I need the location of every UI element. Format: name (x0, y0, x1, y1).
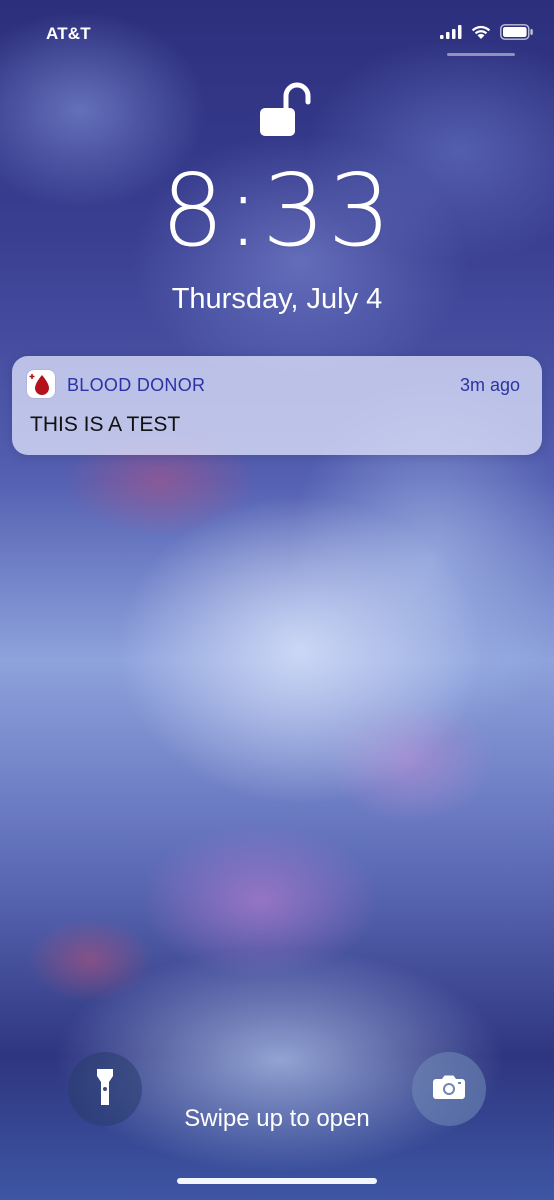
wifi-icon (470, 24, 492, 40)
blood-drop-icon (27, 370, 55, 398)
notification-timestamp: 3m ago (459, 375, 520, 395)
lock-screen-time: 8:33 (160, 152, 394, 269)
lock-screen: AT&T 8:33 Thursday, July 4 BLOOD DONOR 3… (0, 0, 554, 1200)
notification-card[interactable]: BLOOD DONOR 3m ago THIS IS A TEST (12, 356, 542, 455)
cellular-signal-icon (440, 25, 462, 39)
swipe-up-hint: Swipe up to open (184, 1105, 370, 1132)
carrier-label: AT&T (46, 24, 91, 43)
status-icons (440, 24, 534, 40)
lock-screen-date: Thursday, July 4 (171, 283, 383, 315)
notification-body: THIS IS A TEST (30, 413, 181, 436)
camera-icon (432, 1074, 466, 1105)
notification-app-name: BLOOD DONOR (67, 375, 206, 395)
home-indicator[interactable] (177, 1178, 377, 1184)
control-center-indicator[interactable] (447, 53, 515, 56)
unlocked-padlock-icon (258, 80, 314, 140)
battery-icon (500, 24, 534, 40)
status-bar: AT&T (0, 0, 554, 60)
